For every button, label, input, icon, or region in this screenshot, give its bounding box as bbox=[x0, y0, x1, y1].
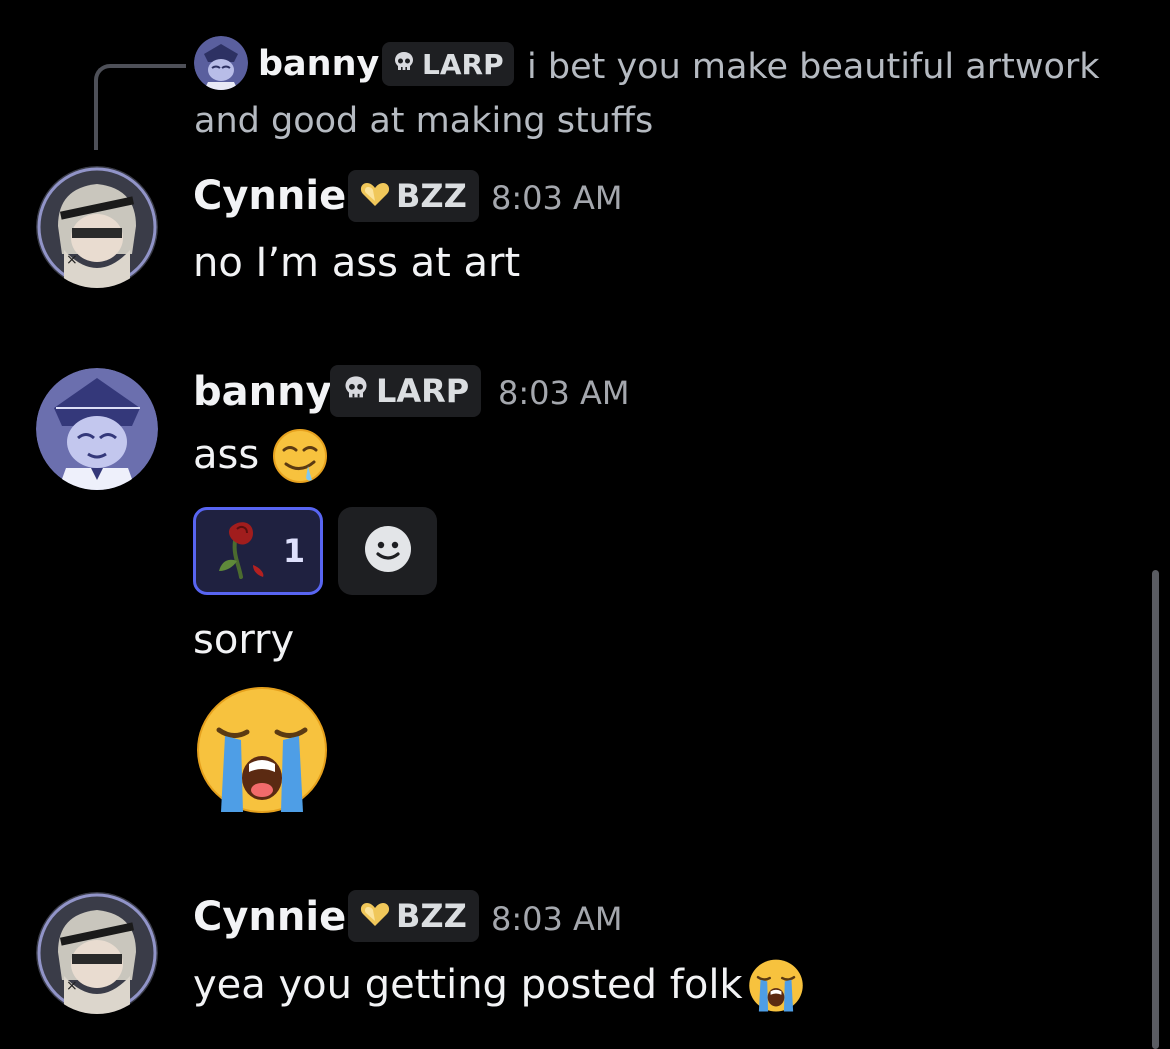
message-text[interactable]: no I’m ass at art bbox=[193, 238, 520, 288]
smiley-icon bbox=[363, 524, 413, 578]
wilted-rose-icon bbox=[211, 517, 271, 585]
skull-icon bbox=[392, 48, 416, 81]
scrollbar[interactable] bbox=[1152, 570, 1159, 1049]
message-text[interactable]: sorry bbox=[193, 615, 294, 665]
heart-icon bbox=[360, 177, 390, 215]
timestamp: 8:03 AM bbox=[491, 900, 623, 938]
role-tag-label: BZZ bbox=[396, 897, 467, 935]
reply-username[interactable]: banny bbox=[258, 42, 379, 86]
svg-text:×: × bbox=[66, 252, 78, 268]
svg-text:×: × bbox=[66, 978, 78, 994]
avatar-banny[interactable] bbox=[36, 368, 158, 490]
add-reaction-button[interactable] bbox=[338, 507, 437, 595]
role-tag[interactable]: BZZ bbox=[348, 170, 479, 222]
reaction-count: 1 bbox=[282, 532, 306, 570]
loudly-crying-face-emoji bbox=[195, 686, 329, 820]
message-username[interactable]: Cynnie bbox=[193, 172, 346, 220]
reaction-wilted-rose[interactable]: 1 bbox=[193, 507, 323, 595]
timestamp: 8:03 AM bbox=[498, 374, 630, 412]
loudly-crying-face-emoji bbox=[748, 958, 804, 1018]
message-username[interactable]: Cynnie bbox=[193, 893, 346, 941]
reply-tag-label: LARP bbox=[422, 47, 504, 81]
heart-icon bbox=[360, 897, 390, 935]
avatar-cynnie[interactable]: × bbox=[36, 892, 158, 1014]
message-text[interactable]: ass bbox=[193, 430, 259, 480]
timestamp: 8:03 AM bbox=[491, 179, 623, 217]
role-tag-label: LARP bbox=[376, 372, 470, 410]
role-tag-label: BZZ bbox=[396, 177, 467, 215]
drooling-face-emoji bbox=[272, 428, 328, 488]
avatar-cynnie[interactable]: × bbox=[36, 166, 158, 288]
skull-icon bbox=[342, 372, 370, 410]
role-tag[interactable]: BZZ bbox=[348, 890, 479, 942]
reply-connector bbox=[94, 64, 186, 150]
role-tag[interactable]: LARP bbox=[330, 365, 482, 417]
message-text[interactable]: yea you getting posted folk bbox=[193, 960, 743, 1010]
reply-role-tag[interactable]: LARP bbox=[382, 42, 514, 86]
message-username[interactable]: banny bbox=[193, 368, 332, 416]
